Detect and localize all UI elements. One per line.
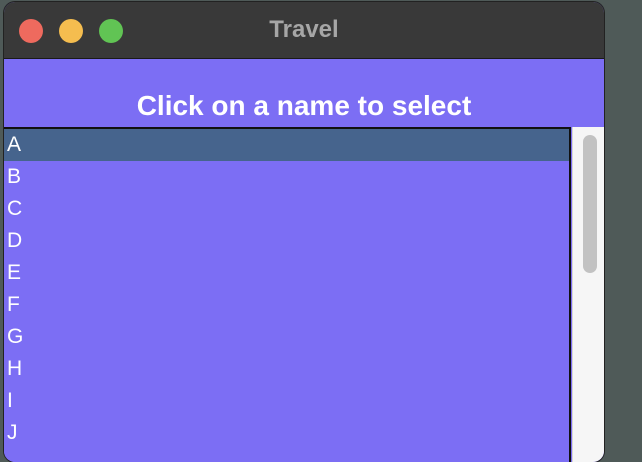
app-window: Travel Click on a name to select A B C D… xyxy=(4,2,604,462)
name-listbox[interactable]: A B C D E F G H I J xyxy=(4,127,571,462)
scrollbar-thumb[interactable] xyxy=(583,135,597,273)
main-content: Click on a name to select A B C D E F G … xyxy=(4,59,604,462)
list-item[interactable]: J xyxy=(4,417,569,449)
window-title: Travel xyxy=(269,16,339,43)
list-item[interactable]: A xyxy=(4,129,569,161)
vertical-scrollbar[interactable] xyxy=(572,127,604,462)
title-bar: Travel xyxy=(4,2,604,59)
list-item[interactable]: G xyxy=(4,321,569,353)
list-item[interactable]: C xyxy=(4,193,569,225)
list-item[interactable]: F xyxy=(4,289,569,321)
list-item[interactable]: B xyxy=(4,161,569,193)
list-item[interactable]: D xyxy=(4,225,569,257)
list-item[interactable]: I xyxy=(4,385,569,417)
list-item[interactable]: E xyxy=(4,257,569,289)
instruction-heading: Click on a name to select xyxy=(136,90,472,121)
list-item[interactable]: H xyxy=(4,353,569,385)
